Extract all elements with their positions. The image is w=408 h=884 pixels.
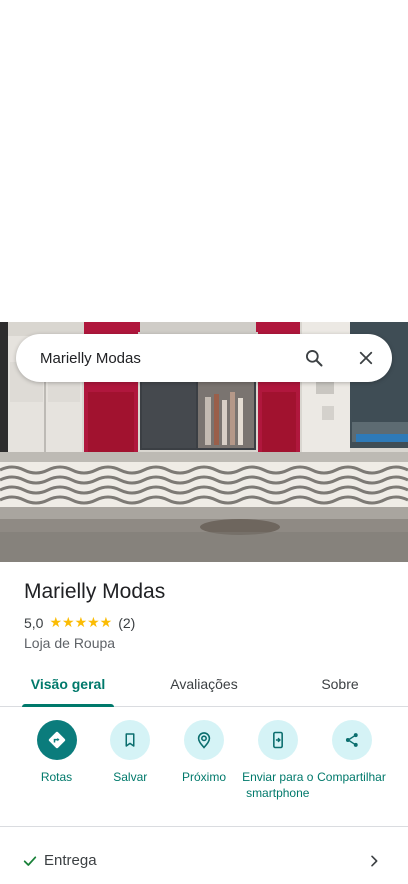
rating-stars-icon: ★★★★★ [49,614,113,630]
tab-overview[interactable]: Visão geral [0,662,136,707]
directions-button[interactable]: Rotas [20,720,93,801]
tab-bar: Visão geral Avaliações Sobre [0,662,408,707]
rating-value: 5,0 [24,614,44,631]
attribute-row-delivery[interactable]: Entrega [22,852,382,869]
directions-label: Rotas [40,770,73,784]
send-to-phone-label: Enviar para o smartphone [242,770,314,800]
nearby-label: Próximo [181,770,226,784]
place-screen: Marielly Modas Marielly Modas 5,0 ★★★★★ … [0,0,408,884]
tab-about[interactable]: Sobre [272,662,408,706]
rating-row[interactable]: 5,0 ★★★★★ (2) [24,614,135,631]
action-row: Rotas Salvar Próximo Enviar para o smart… [0,720,408,801]
review-count: (2) [118,614,136,631]
search-bar[interactable]: Marielly Modas [16,334,392,382]
close-icon[interactable] [346,338,386,378]
bookmark-icon [110,720,151,760]
check-icon [23,855,37,866]
nearby-icon [184,720,224,760]
share-icon [331,720,372,760]
section-divider [0,826,408,827]
chevron-right-icon[interactable] [366,853,382,869]
search-input[interactable]: Marielly Modas [40,350,294,367]
directions-icon [36,720,77,760]
place-title: Marielly Modas [24,580,166,603]
nearby-button[interactable]: Próximo [168,720,241,801]
share-label: Compartilhar [317,770,386,784]
share-button[interactable]: Compartilhar [315,720,388,801]
attribute-label: Entrega [44,852,97,869]
save-label: Salvar [113,770,148,784]
send-to-phone-button[interactable]: Enviar para o smartphone [241,720,314,801]
save-button[interactable]: Salvar [94,720,167,801]
place-category[interactable]: Loja de Roupa [24,635,115,651]
send-to-phone-icon [257,720,298,760]
search-icon[interactable] [294,338,334,378]
tab-reviews[interactable]: Avaliações [136,662,272,706]
